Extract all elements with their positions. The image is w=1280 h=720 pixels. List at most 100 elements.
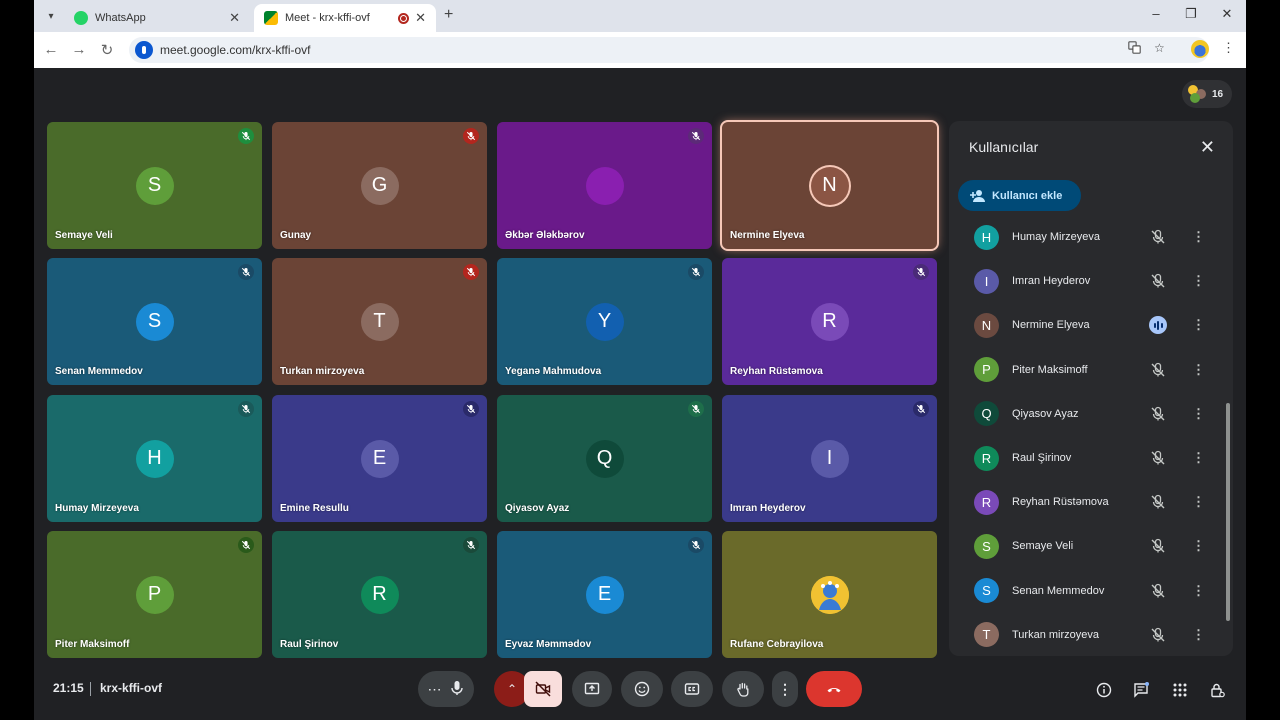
participant-row[interactable]: N Nermine Elyeva ⋮ — [949, 303, 1219, 347]
bookmark-star-icon[interactable]: ☆ — [1154, 41, 1165, 55]
more-options-icon[interactable]: ⋮ — [1192, 583, 1205, 599]
participant-avatar: S — [974, 578, 999, 604]
participant-tile[interactable]: R Reyhan Rüstəmova — [722, 258, 937, 385]
meeting-details-icon[interactable] — [1094, 680, 1114, 700]
participant-tile[interactable]: Əkbər Ələkbərov — [497, 122, 712, 249]
mic-muted-icon — [463, 128, 479, 144]
more-options-button[interactable]: ⋮ — [772, 671, 798, 707]
participant-row[interactable]: H Humay Mirzeyeva ⋮ — [949, 215, 1219, 259]
back-button[interactable]: ← — [42, 41, 60, 58]
camera-off-button[interactable] — [524, 671, 562, 707]
mic-muted-icon[interactable] — [1149, 626, 1167, 644]
mic-muted-icon[interactable] — [1149, 582, 1167, 600]
mic-muted-icon — [688, 264, 704, 280]
chat-icon[interactable] — [1131, 680, 1151, 700]
participant-name: Humay Mirzeyeva — [55, 503, 139, 514]
more-options-icon[interactable]: ⋮ — [1192, 627, 1205, 643]
participant-tile[interactable]: Q Qiyasov Ayaz — [497, 395, 712, 522]
close-window-button[interactable]: ✕ — [1217, 6, 1237, 22]
participant-tile[interactable]: Rufane Cebrayilova — [722, 531, 937, 658]
mic-muted-icon[interactable] — [1149, 228, 1167, 246]
participant-row[interactable]: R Reyhan Rüstəmova ⋮ — [949, 480, 1219, 524]
microphone-button[interactable] — [449, 680, 465, 699]
new-tab-button[interactable]: + — [444, 6, 453, 24]
participant-tile[interactable]: N Nermine Elyeva — [720, 120, 939, 251]
maximize-button[interactable]: ❐ — [1181, 6, 1201, 22]
minimize-button[interactable]: – — [1146, 6, 1166, 21]
participant-row[interactable]: Q Qiyasov Ayaz ⋮ — [949, 392, 1219, 436]
tab-title: WhatsApp — [95, 12, 146, 24]
forward-button[interactable]: → — [70, 41, 88, 58]
captions-icon — [684, 683, 700, 695]
participant-tile[interactable]: Y Yeganə Mahmudova — [497, 258, 712, 385]
leave-call-button[interactable] — [806, 671, 862, 707]
participant-avatar: T — [974, 622, 999, 648]
close-tab-icon[interactable]: ✕ — [415, 10, 426, 26]
participant-row[interactable]: S Semaye Veli ⋮ — [949, 524, 1219, 568]
mic-muted-icon[interactable] — [1149, 361, 1167, 379]
tab-search-icon[interactable]: ▾ — [42, 7, 60, 25]
participant-avatar: S — [135, 166, 174, 205]
participant-tile[interactable]: E Emine Resullu — [272, 395, 487, 522]
participant-name: Əkbər Ələkbərov — [505, 230, 585, 241]
activities-icon[interactable] — [1170, 680, 1190, 700]
mic-muted-icon[interactable] — [1149, 272, 1167, 290]
more-options-icon[interactable]: ⋮ — [1192, 494, 1205, 510]
participant-row[interactable]: P Piter Maksimoff ⋮ — [949, 348, 1219, 392]
participant-tile[interactable]: T Turkan mirzoyeva — [272, 258, 487, 385]
participants-count-button[interactable]: 16 — [1182, 80, 1232, 108]
more-options-icon[interactable]: ⋮ — [1192, 317, 1205, 333]
close-panel-icon[interactable]: ✕ — [1200, 137, 1215, 158]
more-options-icon[interactable]: ⋮ — [1192, 362, 1205, 378]
captions-button[interactable] — [671, 671, 713, 707]
participant-avatar: Q — [974, 401, 999, 427]
participant-tile[interactable]: S Semaye Veli — [47, 122, 262, 249]
participant-avatar: R — [810, 302, 849, 341]
hand-icon — [737, 682, 749, 697]
participant-row[interactable]: I Imran Heyderov ⋮ — [949, 259, 1219, 303]
add-user-button[interactable]: Kullanıcı ekle — [958, 180, 1081, 211]
mic-muted-icon — [463, 264, 479, 280]
participant-name: Rufane Cebrayilova — [730, 639, 824, 650]
more-options-icon[interactable]: ⋮ — [1192, 273, 1205, 289]
tab-whatsapp[interactable]: WhatsApp ✕ — [64, 4, 250, 32]
reload-button[interactable]: ↻ — [98, 41, 116, 59]
more-options-icon[interactable]: ⋮ — [1192, 406, 1205, 422]
participant-tile[interactable]: S Senan Memmedov — [47, 258, 262, 385]
participant-row[interactable]: T Turkan mirzoyeva ⋮ — [949, 613, 1219, 656]
participant-tile[interactable]: I Imran Heyderov — [722, 395, 937, 522]
panel-scrollbar[interactable] — [1226, 403, 1230, 621]
mic-muted-icon[interactable] — [1149, 493, 1167, 511]
participant-name: Nermine Elyeva — [1012, 319, 1090, 332]
translate-icon[interactable] — [1128, 41, 1141, 57]
present-screen-button[interactable] — [572, 671, 612, 707]
participant-tile[interactable]: H Humay Mirzeyeva — [47, 395, 262, 522]
participant-row[interactable]: S Senan Memmedov ⋮ — [949, 569, 1219, 613]
mic-muted-icon[interactable] — [1149, 405, 1167, 423]
participant-tile[interactable]: G Gunay — [272, 122, 487, 249]
reactions-button[interactable] — [621, 671, 663, 707]
close-tab-icon[interactable]: ✕ — [229, 10, 240, 26]
hang-up-icon — [827, 688, 841, 693]
mic-muted-icon[interactable] — [1149, 449, 1167, 467]
microphone-in-use-icon[interactable] — [135, 41, 153, 59]
more-options-icon[interactable]: ⋮ — [1192, 229, 1205, 245]
participant-tile[interactable]: R Raul Şirinov — [272, 531, 487, 658]
more-options-icon[interactable]: ⋮ — [1192, 538, 1205, 554]
mic-muted-icon[interactable] — [1149, 537, 1167, 555]
browser-menu-icon[interactable]: ⋮ — [1222, 40, 1235, 56]
participant-tile[interactable]: P Piter Maksimoff — [47, 531, 262, 658]
participant-tile[interactable]: E Eyvaz Məmmədov — [497, 531, 712, 658]
tab-meet[interactable]: Meet - krx-kffi-ovf ✕ — [254, 4, 436, 32]
address-bar[interactable]: meet.google.com/krx-kffi-ovf — [129, 37, 1209, 63]
speaking-indicator-icon[interactable] — [1149, 316, 1167, 335]
participant-name: Piter Maksimoff — [1012, 363, 1088, 376]
host-controls-lock-icon[interactable] — [1207, 680, 1227, 700]
profile-avatar[interactable] — [1191, 40, 1209, 58]
raise-hand-button[interactable] — [722, 671, 764, 707]
profile-photo — [810, 575, 849, 614]
more-options-icon[interactable]: ⋮ — [1192, 450, 1205, 466]
audio-options-icon[interactable]: ⋯ — [428, 681, 442, 698]
participant-row[interactable]: R Raul Şirinov ⋮ — [949, 436, 1219, 480]
browser-window: ▾ WhatsApp ✕ Meet - krx-kffi-ovf ✕ + – ❐… — [34, 0, 1246, 720]
